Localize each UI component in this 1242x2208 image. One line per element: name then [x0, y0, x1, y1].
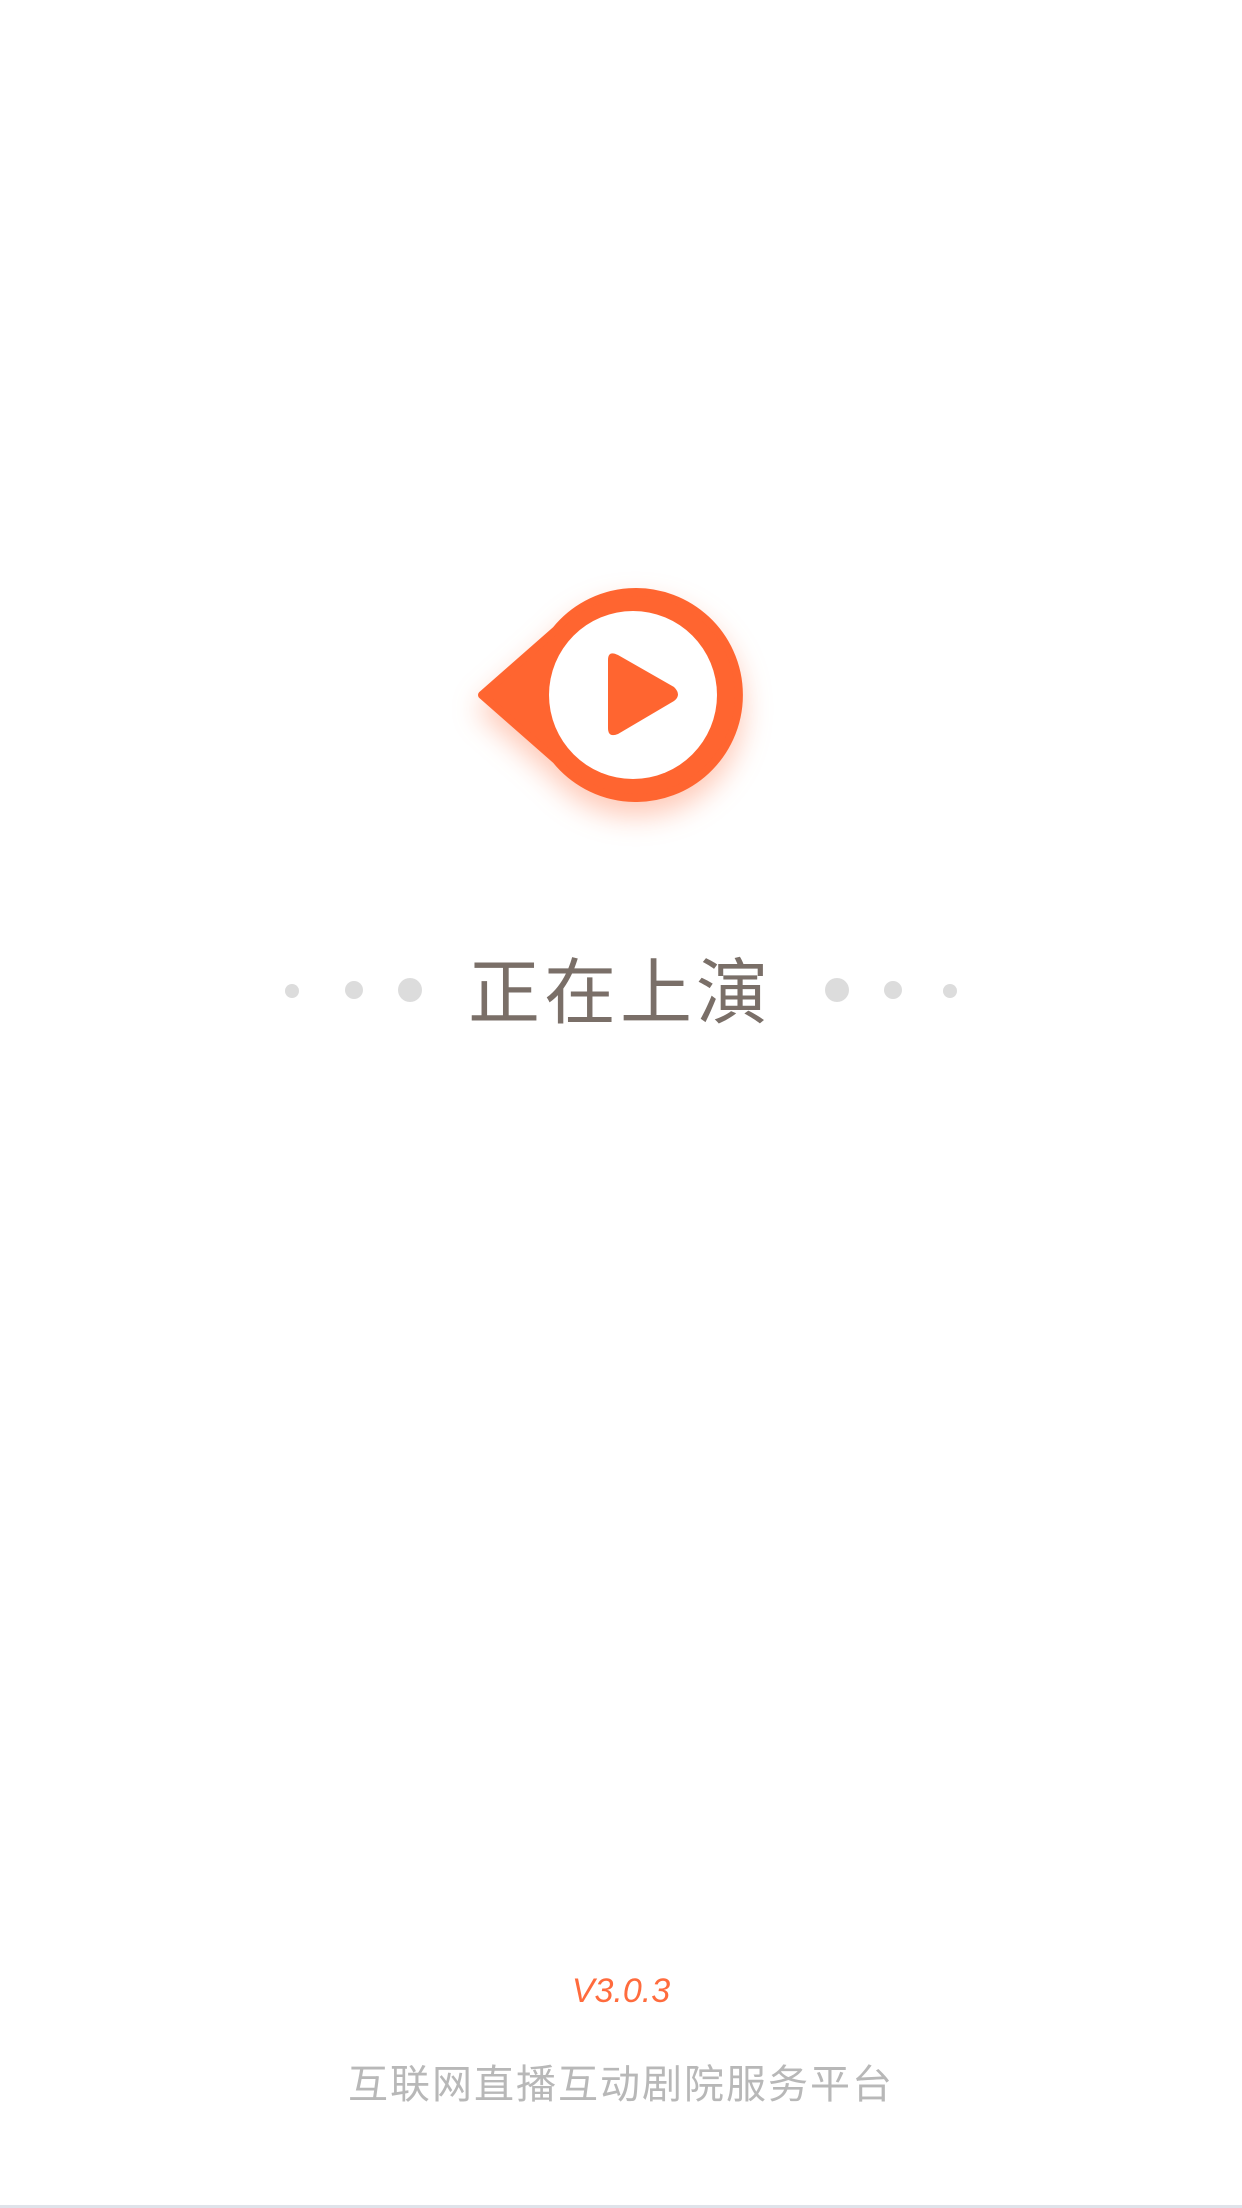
- decorative-dot: [825, 978, 849, 1002]
- decorative-dot: [398, 978, 422, 1002]
- decorative-dot: [345, 981, 363, 999]
- decorative-dot: [884, 981, 902, 999]
- version-label: V3.0.3: [571, 1972, 671, 2010]
- play-button-icon: [478, 588, 743, 802]
- decorative-dot: [285, 984, 299, 998]
- platform-description: 互联网直播互动剧院服务平台: [348, 2062, 894, 2108]
- app-logo: [470, 580, 750, 810]
- slogan-text: 正在上演: [467, 951, 772, 1035]
- decorative-dot: [943, 984, 957, 998]
- slogan-row: 正在上演: [0, 930, 1242, 1050]
- splash-screen: 正在上演 V3.0.3 互联网直播互动剧院服务平台: [0, 0, 1242, 2208]
